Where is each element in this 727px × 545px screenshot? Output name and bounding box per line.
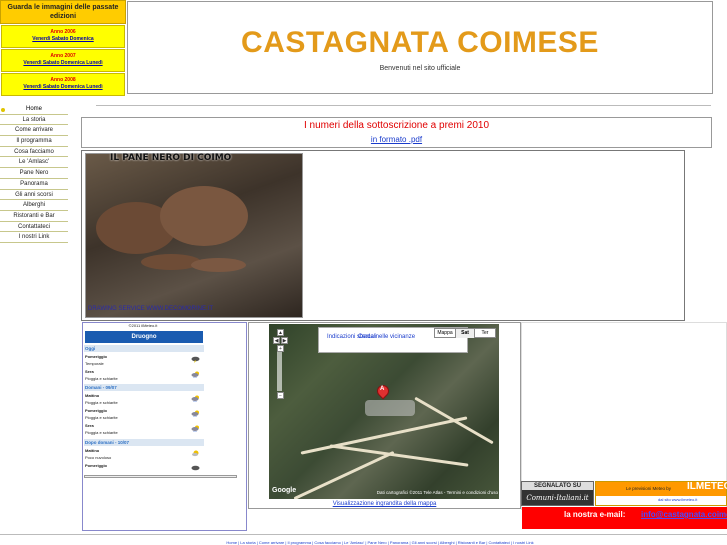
sidebar-nav: Home La storia Come arrivare Il programm… bbox=[0, 104, 68, 243]
badge-comuni: Comuni-Italiani.it bbox=[526, 494, 589, 502]
ilmeteo-sub[interactable]: dal sito www.ilmeteo.it bbox=[658, 497, 697, 502]
rain-sun-icon bbox=[191, 425, 199, 432]
nav-item-come-arrivare[interactable]: Come arrivare bbox=[0, 125, 68, 137]
map-type-map[interactable]: Mappa bbox=[435, 329, 455, 338]
weather-period: Mattino bbox=[85, 448, 100, 453]
badge-segnalato: SEGNALATO SU bbox=[522, 482, 593, 490]
storm-icon bbox=[191, 356, 200, 363]
archive-edition-2007[interactable]: Anno 2007 Venerdì Sabato Domenica Lunedì bbox=[1, 49, 125, 72]
nav-item-pane-nero[interactable]: Pane Nero bbox=[0, 168, 68, 179]
weather-day-header: Dopo domani - 10/07 bbox=[84, 439, 204, 446]
photo-title: IL PANE NERO DI COIMO bbox=[110, 153, 232, 163]
nav-item-alberghi[interactable]: Alberghi bbox=[0, 200, 68, 211]
map-road bbox=[414, 396, 494, 445]
site-subtitle: Benvenuti nel sito ufficiale bbox=[379, 65, 461, 72]
map-pan-right-icon[interactable]: ▶ bbox=[281, 337, 288, 344]
nav-item-ristoranti[interactable]: Ristoranti e Bar bbox=[0, 211, 68, 222]
nav-item-contattateci[interactable]: Contattateci bbox=[0, 222, 68, 233]
weather-day-header: Domani - 09/07 bbox=[84, 384, 204, 391]
pdf-link[interactable]: in formato .pdf bbox=[82, 135, 711, 144]
weather-period: Sera bbox=[85, 423, 94, 428]
announcement-box: I numeri della sottoscrizione a premi 20… bbox=[81, 117, 712, 148]
archive-days-link[interactable]: Venerdì Sabato Domenica bbox=[2, 36, 124, 43]
bread-loaf bbox=[160, 186, 248, 246]
archive-year: Anno 2008 bbox=[50, 77, 76, 83]
archive-edition-2008[interactable]: Anno 2008 Venerdì Sabato Domenica Lunedì bbox=[1, 73, 125, 96]
archive-year: Anno 2007 bbox=[50, 53, 76, 59]
weather-condition: Pioggia e schiarite bbox=[85, 400, 118, 405]
map-marker-label: A bbox=[380, 386, 385, 392]
bread-photo bbox=[85, 153, 303, 318]
rain-sun-icon bbox=[191, 395, 199, 402]
map-zoom-out-icon[interactable]: − bbox=[277, 392, 284, 399]
map-pan-left-icon[interactable]: ◀ bbox=[273, 337, 280, 344]
bread-loaf bbox=[191, 258, 246, 272]
divider bbox=[96, 105, 711, 106]
nav-item-panorama[interactable]: Panorama bbox=[0, 179, 68, 190]
weather-condition: Pioggia e schiarite bbox=[85, 376, 118, 381]
weather-condition: Pioggia e schiarite bbox=[85, 430, 118, 435]
map-zoom-in-icon[interactable]: + bbox=[277, 345, 284, 352]
weather-credit[interactable]: ©2011 ilMeteo.it bbox=[82, 323, 204, 328]
footer-divider bbox=[0, 534, 727, 535]
weather-period: Sera bbox=[85, 369, 94, 374]
nav-item-anni-scorsi[interactable]: Gli anni scorsi bbox=[0, 190, 68, 201]
weather-period: Pomeriggio bbox=[85, 463, 108, 468]
ilmeteo-text: Le previsioni Meteo by bbox=[626, 486, 672, 491]
map-copyright: Dati cartografici ©2011 Tele Atlas - Ter… bbox=[376, 490, 498, 495]
weather-period: Pomeriggio bbox=[85, 354, 108, 359]
nav-item-storia[interactable]: La storia bbox=[0, 115, 68, 126]
nav-item-link[interactable]: I nostri Link bbox=[0, 232, 68, 243]
nav-item-home[interactable]: Home bbox=[0, 104, 68, 115]
weather-scrollbar[interactable] bbox=[84, 475, 237, 478]
map-town-area bbox=[365, 400, 415, 416]
archive-days-link[interactable]: Venerdì Sabato Domenica Lunedì bbox=[2, 84, 124, 91]
map-zoom-slider[interactable] bbox=[277, 351, 282, 391]
nav-item-programma[interactable]: Il programma bbox=[0, 136, 68, 147]
archive-year: Anno 2006 bbox=[50, 29, 76, 35]
nav-item-amlasc[interactable]: Le 'Amlasc' bbox=[0, 157, 68, 169]
ilmeteo-brand: ILMETEO bbox=[687, 481, 727, 492]
archive-edition-2006[interactable]: Anno 2006 Venerdì Sabato Domenica bbox=[1, 25, 125, 48]
email-label: la nostra e-mail: bbox=[564, 510, 626, 519]
map-road bbox=[300, 416, 468, 455]
map-type-switcher: Mappa Sat Ter bbox=[434, 328, 496, 338]
weather-condition: Temporale bbox=[85, 361, 104, 366]
weather-city: Druogno bbox=[85, 331, 203, 343]
map-nearby-link[interactable]: Cerca nelle vicinanze bbox=[358, 334, 415, 340]
email-link[interactable]: info@castagnata.coimo bbox=[641, 510, 727, 519]
photo-credit: DRAWING SERVICE WWW.DECOMORINE.IT bbox=[88, 306, 214, 312]
site-header: CASTAGNATA COIMESE Benvenuti nel sito uf… bbox=[127, 1, 713, 94]
map-type-sat[interactable]: Sat bbox=[455, 329, 475, 338]
rain-sun-icon bbox=[191, 410, 199, 417]
site-title: CASTAGNATA COIMESE bbox=[241, 26, 599, 59]
weather-period: Mattino bbox=[85, 393, 100, 398]
footer-links[interactable]: Home | La storia | Come arrivare | Il pr… bbox=[120, 540, 640, 545]
archive-days-link[interactable]: Venerdì Sabato Domenica Lunedì bbox=[2, 60, 124, 67]
cloud-sun-icon bbox=[192, 450, 199, 457]
map-enlarge-link[interactable]: Visualizzazione ingrandita della mappa bbox=[248, 501, 521, 507]
rain-sun-icon bbox=[191, 371, 199, 378]
storm-icon bbox=[191, 465, 200, 471]
announcement-title: I numeri della sottoscrizione a premi 20… bbox=[303, 120, 490, 131]
map-type-ter[interactable]: Ter bbox=[475, 329, 495, 338]
weather-day-header: Oggi bbox=[84, 345, 204, 352]
weather-condition: Poco nuvoloso bbox=[85, 455, 112, 460]
weather-period: Pomeriggio bbox=[85, 408, 108, 413]
weather-condition: Pioggia e schiarite bbox=[85, 415, 118, 420]
archive-title: Guarda le immagini delle passate edizion… bbox=[0, 0, 126, 24]
map-road bbox=[329, 444, 469, 467]
nav-item-cosa-facciamo[interactable]: Cosa facciamo bbox=[0, 147, 68, 158]
map-pan-up-icon[interactable]: ▲ bbox=[277, 329, 284, 336]
